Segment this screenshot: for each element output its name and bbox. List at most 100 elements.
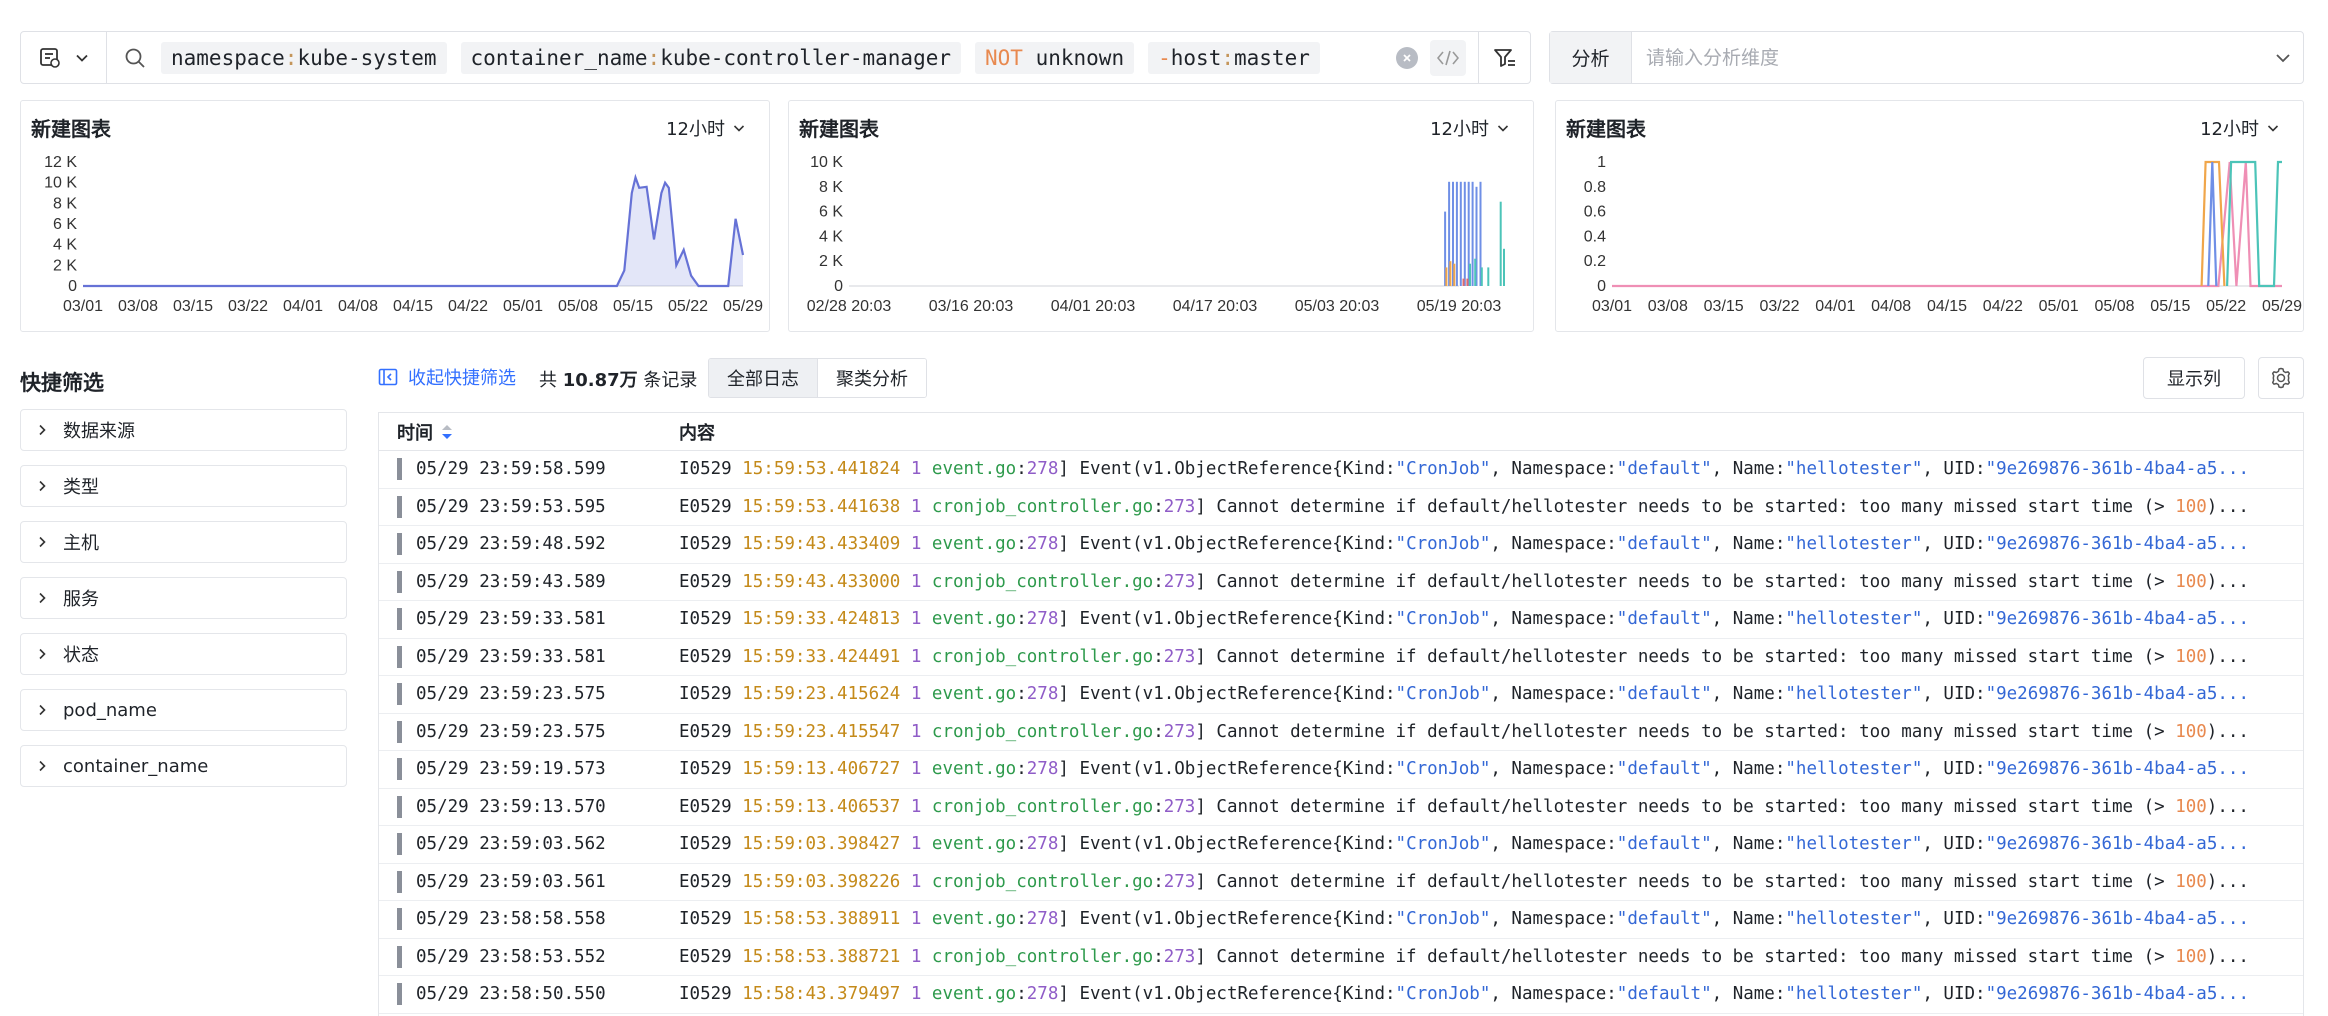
row-content: I0529 15:59:33.424813 1 event.go:278] Ev…: [679, 609, 2249, 630]
table-row[interactable]: 05/29 23:59:43.589 E0529 15:59:43.433000 …: [379, 564, 2303, 601]
tab-all-logs[interactable]: 全部日志: [709, 359, 817, 397]
collapse-quick-filter-link[interactable]: 收起快捷筛选: [378, 364, 516, 390]
row-expand-bar[interactable]: [397, 720, 402, 743]
row-expand-bar[interactable]: [397, 533, 402, 556]
row-expand-bar[interactable]: [397, 495, 402, 518]
row-time: 05/29 23:59:23.575: [416, 721, 606, 742]
log-text: ] Cannot determine if default/helloteste…: [1195, 646, 2176, 667]
source-selector[interactable]: [21, 32, 107, 83]
time-range-label: 12小时: [1430, 119, 1489, 140]
row-expand-bar[interactable]: [397, 608, 402, 631]
table-row[interactable]: 05/29 23:59:13.570 E0529 15:59:13.406537 …: [379, 789, 2303, 826]
log-text: )...: [2206, 871, 2249, 892]
query-tokens[interactable]: namespace:kube-system container_name:kub…: [155, 41, 1396, 74]
table-row[interactable]: 05/29 23:59:58.599 I0529 15:59:53.441824 …: [379, 451, 2303, 489]
log-file: event.go: [931, 759, 1017, 780]
row-expand-bar[interactable]: [397, 983, 402, 1006]
quick-filter-item[interactable]: pod_name: [20, 689, 347, 731]
analysis-input[interactable]: [1632, 32, 2263, 83]
table-row[interactable]: 05/29 23:58:53.552 E0529 15:58:53.388721 …: [379, 939, 2303, 976]
sort-icon[interactable]: [441, 423, 453, 441]
log-number: 100: [2175, 796, 2207, 817]
log-namespace: "default": [1616, 834, 1712, 855]
log-timestamp: 15:59:13.406727: [742, 759, 901, 780]
view-tabs: 全部日志 聚类分析: [708, 358, 927, 398]
table-row[interactable]: 05/29 23:59:53.595 E0529 15:59:53.441638 …: [379, 489, 2303, 526]
chevron-right-icon: [21, 592, 63, 604]
quick-filter-item[interactable]: 状态: [20, 633, 347, 675]
row-expand-bar[interactable]: [397, 795, 402, 818]
clear-icon[interactable]: [1396, 46, 1418, 69]
table-row[interactable]: 05/29 23:59:48.592 I0529 15:59:43.433409 …: [379, 526, 2303, 564]
table-row[interactable]: 05/29 23:59:03.561 E0529 15:59:03.398226 …: [379, 864, 2303, 901]
row-expand-bar[interactable]: [397, 870, 402, 893]
log-uid: "9e269876-361b-4ba4-a5...: [1985, 684, 2249, 705]
quick-filter-item[interactable]: 服务: [20, 577, 347, 619]
log-pid: 1: [910, 834, 922, 855]
log-number: 100: [2175, 646, 2207, 667]
query-token[interactable]: namespace:kube-system: [161, 41, 447, 74]
table-row[interactable]: 05/29 23:59:33.581 I0529 15:59:33.424813 …: [379, 601, 2303, 639]
log-text: ] Event(v1.ObjectReference{Kind:: [1058, 909, 1396, 930]
table-row[interactable]: 05/29 23:59:23.575 I0529 15:59:23.415624 …: [379, 676, 2303, 714]
table-row[interactable]: 05/29 23:59:03.562 I0529 15:59:03.398427 …: [379, 826, 2303, 864]
table-row[interactable]: 05/29 23:59:33.581 E0529 15:59:33.424491 …: [379, 639, 2303, 676]
time-range-dropdown[interactable]: 12小时: [1430, 115, 1509, 141]
quick-filter-item[interactable]: container_name: [20, 745, 347, 787]
row-expand-bar[interactable]: [397, 645, 402, 668]
row-content: E0529 15:59:03.398226 1 cronjob_controll…: [679, 871, 2249, 892]
settings-button[interactable]: [2258, 357, 2304, 399]
query-token[interactable]: NOT unknown: [975, 41, 1135, 74]
row-expand-bar[interactable]: [397, 758, 402, 781]
chevron-down-icon[interactable]: [2263, 50, 2303, 66]
row-expand-bar[interactable]: [397, 945, 402, 968]
code-mode-icon[interactable]: [1430, 39, 1466, 76]
log-pid: 1: [910, 571, 922, 592]
quick-filter-item[interactable]: 类型: [20, 465, 347, 507]
count-prefix: 共: [539, 370, 557, 391]
row-expand-bar[interactable]: [397, 833, 402, 856]
row-expand-bar[interactable]: [397, 683, 402, 706]
log-pid: 1: [910, 984, 922, 1005]
log-timestamp: 15:59:33.424491: [742, 646, 901, 667]
row-expand-bar[interactable]: [397, 908, 402, 931]
time-column-header[interactable]: 时间: [379, 419, 679, 445]
row-content: E0529 15:58:53.388721 1 cronjob_controll…: [679, 946, 2249, 967]
log-uid: "9e269876-361b-4ba4-a5...: [1985, 459, 2249, 480]
query-token[interactable]: container_name:kube-controller-manager: [460, 41, 961, 74]
x-tick-label: 03/08: [118, 298, 158, 315]
tab-cluster-analysis[interactable]: 聚类分析: [817, 359, 926, 397]
show-columns-button[interactable]: 显示列: [2143, 357, 2245, 399]
log-timestamp: 15:58:53.388721: [742, 946, 901, 967]
log-text: , Name:: [1711, 609, 1786, 630]
quick-filter-item[interactable]: 主机: [20, 521, 347, 563]
chevron-down-icon: [75, 54, 88, 62]
log-level: E0529: [679, 796, 732, 817]
query-token[interactable]: -host:master: [1148, 41, 1320, 74]
table-row[interactable]: 05/29 23:58:58.558 I0529 15:58:53.388911 …: [379, 901, 2303, 939]
table-header: 时间 内容: [379, 413, 2303, 451]
log-text: , Namespace:: [1490, 534, 1617, 555]
quick-filter-label: 主机: [63, 533, 99, 554]
log-text: , Namespace:: [1490, 834, 1617, 855]
log-text: , UID:: [1922, 909, 1986, 930]
analysis-dimension-selector[interactable]: 分析: [1549, 31, 2304, 84]
log-pid: 1: [910, 909, 922, 930]
table-row[interactable]: 05/29 23:59:23.575 E0529 15:59:23.415547 …: [379, 714, 2303, 751]
table-row[interactable]: 05/29 23:58:50.550 I0529 15:58:43.379497 …: [379, 976, 2303, 1014]
x-tick-label: 05/15: [613, 298, 653, 315]
time-range-dropdown[interactable]: 12小时: [666, 115, 745, 141]
quick-filter-item[interactable]: 数据来源: [20, 409, 347, 451]
filter-settings-icon[interactable]: [1478, 32, 1530, 83]
y-tick-label: 2 K: [53, 257, 77, 274]
y-tick-label: 4 K: [53, 237, 77, 254]
x-tick-label: 03/08: [1648, 298, 1688, 315]
table-row[interactable]: 05/29 23:59:19.573 I0529 15:59:13.406727 …: [379, 751, 2303, 789]
row-expand-bar[interactable]: [397, 570, 402, 593]
row-expand-bar[interactable]: [397, 458, 402, 481]
y-tick-label: 0.6: [1584, 204, 1606, 221]
log-text: , UID:: [1922, 834, 1986, 855]
log-line: 278: [1026, 684, 1059, 705]
log-file: event.go: [931, 534, 1017, 555]
time-range-dropdown[interactable]: 12小时: [2200, 115, 2279, 141]
